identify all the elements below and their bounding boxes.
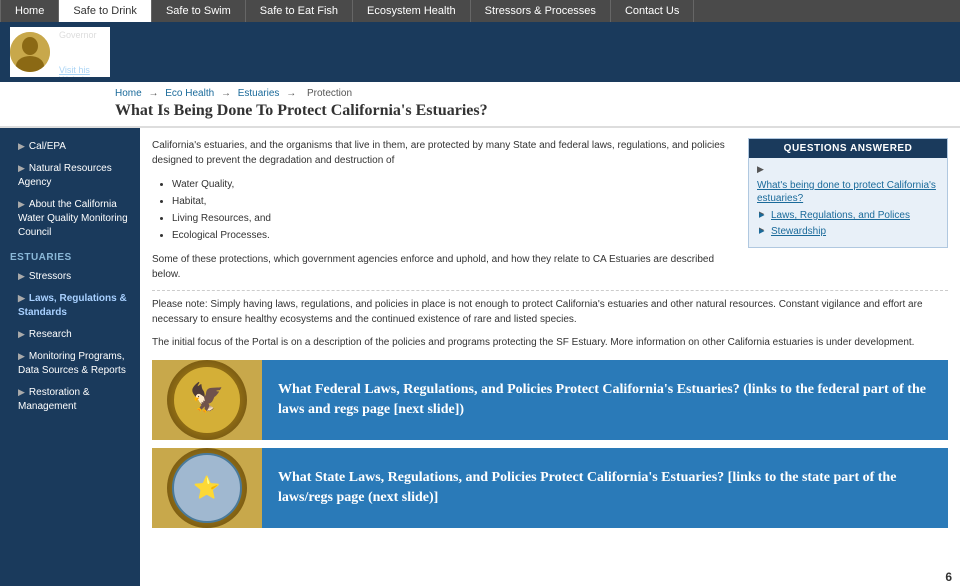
page-header: Home → Eco Health → Estuaries → Protecti…: [0, 82, 960, 128]
state-seal-image: ⭐: [152, 448, 262, 528]
arrow-icon: ▶: [18, 293, 25, 303]
sidebar-restoration[interactable]: ▶Restoration & Management: [0, 382, 140, 418]
nav-safe-to-eat-fish[interactable]: Safe to Eat Fish: [246, 0, 353, 22]
federal-laws-card[interactable]: 🦅 What Federal Laws, Regulations, and Po…: [152, 360, 948, 440]
governor-photo: [10, 32, 50, 72]
gov-name: Edmund G. Brown Jr.: [59, 42, 110, 65]
federal-seal-icon: 🦅: [167, 360, 247, 440]
sidebar-laws-regulations[interactable]: ▶Laws, Regulations & Standards: [0, 288, 140, 324]
site-header: Office of the Governor Edmund G. Brown J…: [0, 22, 960, 82]
nav-safe-to-drink[interactable]: Safe to Drink: [59, 0, 152, 22]
intro-text: California's estuaries, and the organism…: [152, 138, 733, 168]
bullet-water-quality: Water Quality,: [172, 176, 733, 193]
visit-website-link[interactable]: Visit his Website: [59, 65, 110, 77]
breadcrumb-sep2: →: [221, 88, 234, 99]
q-link-laws[interactable]: ▶ Laws, Regulations, and Polices: [757, 209, 939, 222]
main-container: ▶Cal/EPA ▶Natural Resources Agency ▶Abou…: [0, 128, 960, 586]
breadcrumb-home[interactable]: Home: [115, 88, 142, 99]
breadcrumb-sep1: →: [148, 88, 161, 99]
q-link-stewardship[interactable]: ▶ Stewardship: [757, 225, 939, 238]
breadcrumb-eco-health[interactable]: Eco Health: [165, 88, 214, 99]
state-laws-card[interactable]: ⭐ What State Laws, Regulations, and Poli…: [152, 448, 948, 528]
arrow-icon: ▶: [18, 271, 25, 281]
portal-text: The initial focus of the Portal is on a …: [152, 335, 948, 350]
sidebar-research[interactable]: ▶Research: [0, 324, 140, 346]
breadcrumb-estuaries[interactable]: Estuaries: [238, 88, 280, 99]
bullet-living-resources: Living Resources, and: [172, 210, 733, 227]
sidebar-stressors[interactable]: ▶Stressors: [0, 266, 140, 288]
logo-section: Office of the Governor Edmund G. Brown J…: [10, 27, 125, 77]
top-navigation: Home Safe to Drink Safe to Swim Safe to …: [0, 0, 960, 22]
nav-home[interactable]: Home: [0, 0, 59, 22]
sidebar-about-council[interactable]: ▶About the California Water Quality Moni…: [0, 194, 140, 244]
gov-prefix: Office of the Governor: [59, 27, 110, 42]
state-card-text: What State Laws, Regulations, and Polici…: [262, 456, 948, 519]
sidebar-calepa[interactable]: ▶Cal/EPA: [0, 136, 140, 158]
bullet-habitat: Habitat,: [172, 193, 733, 210]
nav-ecosystem-health[interactable]: Ecosystem Health: [353, 0, 471, 22]
arrow-icon: ▶: [18, 329, 25, 339]
some-protections-text: Some of these protections, which governm…: [152, 252, 733, 282]
svg-text:⭐: ⭐: [193, 475, 220, 500]
federal-card-text: What Federal Laws, Regulations, and Poli…: [262, 368, 948, 431]
arrow-icon: ▶: [18, 199, 25, 209]
bullet-list: Water Quality, Habitat, Living Resources…: [172, 176, 733, 244]
sidebar-monitoring[interactable]: ▶Monitoring Programs, Data Sources & Rep…: [0, 346, 140, 382]
q-link-protecting[interactable]: What's being done to protect California'…: [757, 179, 939, 205]
sidebar-section-estuaries: ESTUARIES: [0, 244, 140, 266]
sidebar-natural-resources[interactable]: ▶Natural Resources Agency: [0, 158, 140, 194]
note-text: Please note: Simply having laws, regulat…: [152, 290, 948, 327]
arrow-icon: ▶: [18, 141, 25, 151]
page-title: What Is Being Done To Protect California…: [115, 102, 950, 120]
governor-logo: Office of the Governor Edmund G. Brown J…: [10, 27, 110, 77]
federal-seal-image: 🦅: [152, 360, 262, 440]
nav-stressors[interactable]: Stressors & Processes: [471, 0, 611, 22]
breadcrumb: Home → Eco Health → Estuaries → Protecti…: [115, 88, 950, 99]
questions-box-title: QUESTIONS ANSWERED: [749, 139, 947, 158]
svg-text:🦅: 🦅: [190, 380, 225, 414]
nav-safe-to-swim[interactable]: Safe to Swim: [152, 0, 246, 22]
arrow-icon: ▶: [18, 351, 25, 361]
sidebar: ▶Cal/EPA ▶Natural Resources Agency ▶Abou…: [0, 128, 140, 586]
main-content: QUESTIONS ANSWERED ▶ What's being done t…: [140, 128, 960, 586]
bullet-ecological: Ecological Processes.: [172, 227, 733, 244]
page-number: 6: [945, 570, 952, 584]
state-seal-icon: ⭐: [167, 448, 247, 528]
questions-answered-box: QUESTIONS ANSWERED ▶ What's being done t…: [748, 138, 948, 248]
breadcrumb-protection: Protection: [307, 88, 352, 99]
nav-contact-us[interactable]: Contact Us: [611, 0, 694, 22]
breadcrumb-sep3: →: [286, 88, 299, 99]
arrow-icon: ▶: [18, 387, 25, 397]
arrow-icon: ▶: [18, 163, 25, 173]
